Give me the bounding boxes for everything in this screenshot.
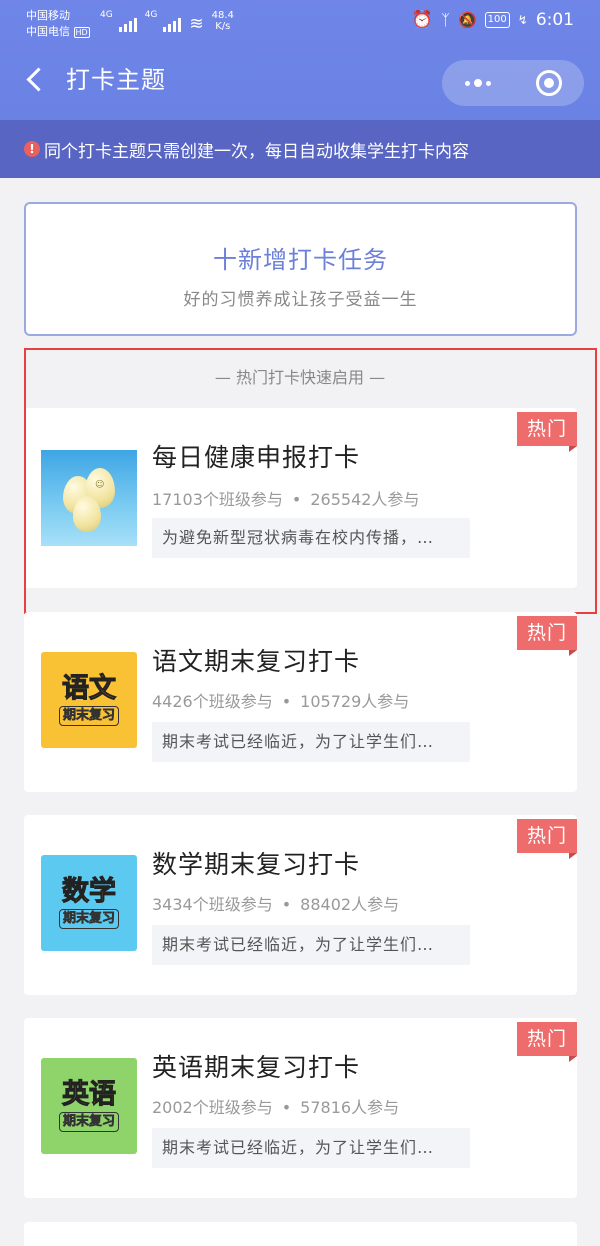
subject-thumbnail: 英语 期末复习 xyxy=(41,1058,137,1154)
task-card[interactable]: 语文 期末复习 语文期末复习打卡 4426个班级参与 • 105729人参与 期末考… xyxy=(24,612,577,792)
people-count: 57816人参与 xyxy=(300,1098,400,1117)
card-stats: 4426个班级参与 • 105729人参与 xyxy=(152,692,410,711)
battery-icon: 100 xyxy=(484,12,510,28)
miniprogram-capsule xyxy=(442,60,584,106)
add-task-subtitle: 好的习惯养成让孩子受益一生 xyxy=(183,290,418,310)
hot-tag: 热门 xyxy=(517,616,577,658)
more-icon xyxy=(464,79,491,87)
subject-thumbnail: 语文 期末复习 xyxy=(41,652,137,748)
back-icon[interactable] xyxy=(22,64,52,94)
subject-thumbnail: 数学 期末复习 xyxy=(41,855,137,951)
task-card[interactable]: ☺ 每日健康申报打卡 17103个班级参与 • 265542人参与 为避免新型冠状病… xyxy=(24,408,577,588)
thumb-label: 期末复习 xyxy=(58,706,119,726)
thumb-label: 期末复习 xyxy=(58,909,119,929)
carrier-info: 中国移动 中国电信 HD xyxy=(26,8,90,41)
mute-icon: 🔕 xyxy=(457,11,477,29)
card-title: 每日健康申报打卡 xyxy=(152,443,361,472)
hot-tag: 热门 xyxy=(517,1022,577,1064)
thumb-label: 期末复习 xyxy=(58,1112,119,1132)
carrier-2: 中国电信 HD xyxy=(26,25,90,38)
card-stats: 3434个班级参与 • 88402人参与 xyxy=(152,895,400,914)
class-count: 4426个班级参与 xyxy=(152,692,273,711)
header: 中国移动 中国电信 HD 4G 4G ≋ 48.4 K/s ⏰ ᛉ 🔕 100 … xyxy=(0,0,600,120)
people-count: 88402人参与 xyxy=(300,895,400,914)
thumb-subject: 英语 xyxy=(62,1079,117,1110)
people-count: 105729人参与 xyxy=(300,692,410,711)
thumb-subject: 语文 xyxy=(62,673,117,704)
card-description: 期末考试已经临近，为了让学生们… xyxy=(152,722,470,762)
card-title: 数学期末复习打卡 xyxy=(152,850,361,879)
network-speed: 48.4 K/s xyxy=(211,10,234,32)
exclamation-icon: ! xyxy=(24,141,40,157)
alarm-icon: ⏰ xyxy=(411,10,433,30)
card-title: 英语期末复习打卡 xyxy=(152,1053,361,1082)
wifi-icon: ≋ xyxy=(189,14,204,34)
bluetooth-icon: ᛉ xyxy=(440,11,450,29)
add-task-button[interactable]: 十新增打卡任务 好的习惯养成让孩子受益一生 xyxy=(24,202,577,336)
task-card[interactable]: 数学 期末复习 数学期末复习打卡 3434个班级参与 • 88402人参与 期末考试… xyxy=(24,815,577,995)
task-card[interactable]: 英语 期末复习 英语期末复习打卡 2002个班级参与 • 57816人参与 期末考试… xyxy=(24,1018,577,1198)
notice-text: 同个打卡主题只需创建一次，每日自动收集学生打卡内容 xyxy=(44,141,469,162)
card-stats: 17103个班级参与 • 265542人参与 xyxy=(152,490,420,509)
smile-icon: ☺ xyxy=(95,480,105,490)
status-right: ⏰ ᛉ 🔕 100 ↯ 6:01 xyxy=(412,10,574,30)
close-miniprogram-button[interactable] xyxy=(513,60,584,106)
signal-icon xyxy=(163,16,182,32)
charging-icon: ↯ xyxy=(517,13,528,27)
add-task-title: 十新增打卡任务 xyxy=(213,246,388,274)
hd-badge: HD xyxy=(73,27,90,38)
carrier-1: 中国移动 xyxy=(26,9,70,22)
signal-icon xyxy=(118,16,137,32)
network-indicators: 4G 4G ≋ 48.4 K/s xyxy=(100,10,234,34)
hot-tag: 热门 xyxy=(517,819,577,861)
net-type-2: 4G xyxy=(144,10,158,20)
thumb-subject: 数学 xyxy=(62,876,117,907)
clock: 6:01 xyxy=(535,10,574,30)
net-type-1: 4G xyxy=(100,10,113,20)
hot-section-label: — 热门打卡快速启用 — xyxy=(214,368,386,387)
balloons-thumbnail: ☺ xyxy=(41,450,137,546)
class-count: 3434个班级参与 xyxy=(152,895,273,914)
card-description: 期末考试已经临近，为了让学生们… xyxy=(152,1128,470,1168)
status-bar: 中国移动 中国电信 HD 4G 4G ≋ 48.4 K/s ⏰ ᛉ 🔕 100 … xyxy=(0,0,600,50)
hot-tag: 热门 xyxy=(517,412,577,454)
task-card-partial[interactable] xyxy=(24,1222,577,1246)
card-stats: 2002个班级参与 • 57816人参与 xyxy=(152,1098,400,1117)
target-icon xyxy=(535,70,562,96)
card-description: 为避免新型冠状病毒在校内传播，… xyxy=(152,518,470,558)
class-count: 17103个班级参与 xyxy=(152,490,283,509)
notice-bar: ! 同个打卡主题只需创建一次，每日自动收集学生打卡内容 xyxy=(0,120,600,178)
more-button[interactable] xyxy=(442,60,513,106)
page-title: 打卡主题 xyxy=(66,66,166,94)
card-title: 语文期末复习打卡 xyxy=(152,647,361,676)
balloon-shape xyxy=(73,496,101,532)
nav-bar: 打卡主题 xyxy=(0,50,600,120)
class-count: 2002个班级参与 xyxy=(152,1098,273,1117)
people-count: 265542人参与 xyxy=(310,490,420,509)
card-description: 期末考试已经临近，为了让学生们… xyxy=(152,925,470,965)
